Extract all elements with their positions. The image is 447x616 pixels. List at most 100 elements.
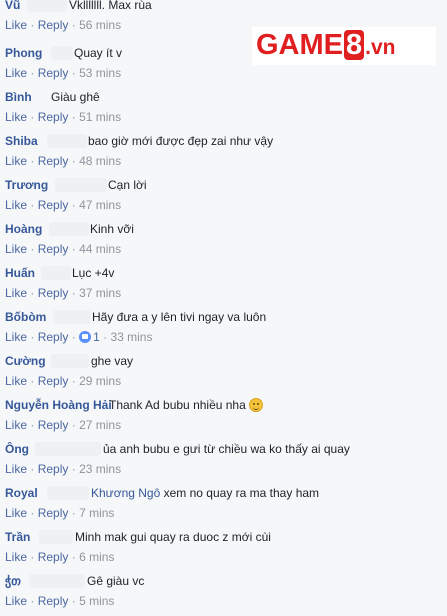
commenter-name[interactable]: Ông [5,441,29,457]
comment-item: Bốbòm Hãy đưa a y lên tivi ngay va luôn … [0,308,447,352]
comment-time[interactable]: 23 mins [79,462,121,476]
commenter-name[interactable]: Phong [5,45,42,61]
commenter-name[interactable]: Nguyễn Hoàng Hải [5,397,112,413]
comment-item: Huấn Lục +4v Like · Reply · 37 mins [0,264,447,308]
reaction-count[interactable]: 1 [93,330,100,344]
like-link[interactable]: Like [5,110,27,124]
separator: · [30,66,35,80]
commenter-name[interactable]: Bốbòm [5,309,46,325]
like-reaction-icon[interactable] [79,331,92,343]
like-link[interactable]: Like [5,418,27,432]
comment-time[interactable]: 6 mins [79,550,114,564]
separator: · [30,110,35,124]
comment-time[interactable]: 48 mins [79,154,121,168]
comment-item: Trương Cạn lời Like · Reply · 47 mins [0,176,447,220]
separator: · [71,374,76,388]
commenter-name[interactable]: Trần [5,529,30,545]
reply-link[interactable]: Reply [38,550,69,564]
comment-body: xem no quay ra ma thay ham [163,486,320,500]
smile-emoji-icon [248,398,263,412]
separator: · [71,198,76,212]
separator: · [103,330,108,344]
comment-text: Thank Ad bubu nhiều nha [109,397,263,413]
like-link[interactable]: Like [5,506,27,520]
commenter-name[interactable]: Bình [5,89,32,105]
separator: · [71,506,76,520]
comment-item: Nguyễn Hoàng Hải Thank Ad bubu nhiều nha… [0,396,447,440]
reply-link[interactable]: Reply [38,18,69,32]
redacted-name [51,354,89,368]
comment-time[interactable]: 7 mins [79,506,114,520]
reply-link[interactable]: Reply [38,66,69,80]
reply-link[interactable]: Reply [38,506,69,520]
like-link[interactable]: Like [5,286,27,300]
reply-link[interactable]: Reply [38,198,69,212]
separator: · [71,330,76,344]
separator: · [30,154,35,168]
comment-text: Quay ít v [74,46,123,60]
separator: · [30,198,35,212]
reply-link[interactable]: Reply [38,286,69,300]
comment-time[interactable]: 37 mins [79,286,121,300]
like-link[interactable]: Like [5,66,27,80]
comment-text: bao giờ mới được đẹp zai như vậy [88,134,274,148]
like-link[interactable]: Like [5,18,27,32]
redacted-name [39,530,73,544]
reply-link[interactable]: Reply [38,594,69,608]
like-link[interactable]: Like [5,198,27,212]
comment-time[interactable]: 29 mins [79,374,121,388]
tagged-user[interactable]: Khương Ngô [91,486,160,500]
comment-time[interactable]: 47 mins [79,198,121,212]
reply-link[interactable]: Reply [38,242,69,256]
separator: · [71,418,76,432]
commenter-name[interactable]: Shiba [5,133,38,149]
separator: · [71,110,76,124]
comment-text: ghe vay [91,354,134,368]
comment-time[interactable]: 27 mins [79,418,121,432]
redacted-name [27,0,67,12]
commenter-name[interactable]: ჭთ [5,573,21,589]
logo-suffix: .vn [365,35,396,59]
reply-link[interactable]: Reply [38,330,69,344]
reply-link[interactable]: Reply [38,374,69,388]
comment-time[interactable]: 33 mins [110,330,152,344]
redacted-name [35,442,101,456]
separator: · [30,550,35,564]
comment-time[interactable]: 56 mins [79,18,121,32]
comment-body: Thank Ad bubu nhiều nha [109,398,246,412]
like-link[interactable]: Like [5,594,27,608]
comment-text: Gê giàu vc [87,574,145,588]
like-link[interactable]: Like [5,154,27,168]
commenter-name[interactable]: Vũ [5,0,20,13]
comment-time[interactable]: 51 mins [79,110,121,124]
comment-item: Cường ghe vay Like · Reply · 29 mins [0,352,447,396]
reply-link[interactable]: Reply [38,418,69,432]
separator: · [71,462,76,476]
comment-item: ჭთ Gê giàu vc Like · Reply · 5 mins [0,572,447,616]
commenter-name[interactable]: Hoàng [5,221,42,237]
redacted-name [47,134,87,148]
reply-link[interactable]: Reply [38,154,69,168]
commenter-name[interactable]: Royal [5,485,38,501]
comment-time[interactable]: 53 mins [79,66,121,80]
like-link[interactable]: Like [5,462,27,476]
comment-time[interactable]: 5 mins [79,594,114,608]
like-link[interactable]: Like [5,330,27,344]
comment-text: Vklllllll. Max rùa [69,0,152,12]
comment-text: Kinh vỡi [90,222,134,236]
like-link[interactable]: Like [5,550,27,564]
comment-item: Trần Minh mak gui quay ra duoc z mới cùi… [0,528,447,572]
comment-text: ủa anh bubu e gưi từ chiều wa ko thấy ai… [103,442,350,456]
commenter-name[interactable]: Huấn [5,265,35,281]
separator: · [30,330,35,344]
reply-link[interactable]: Reply [38,462,69,476]
comment-item: Royal Khương Ngô xem no quay ra ma thay … [0,484,447,528]
comment-time[interactable]: 44 mins [79,242,121,256]
commenter-name[interactable]: Cường [5,353,46,369]
like-link[interactable]: Like [5,374,27,388]
separator: · [30,242,35,256]
like-link[interactable]: Like [5,242,27,256]
commenter-name[interactable]: Trương [5,177,48,193]
separator: · [71,154,76,168]
reply-link[interactable]: Reply [38,110,69,124]
